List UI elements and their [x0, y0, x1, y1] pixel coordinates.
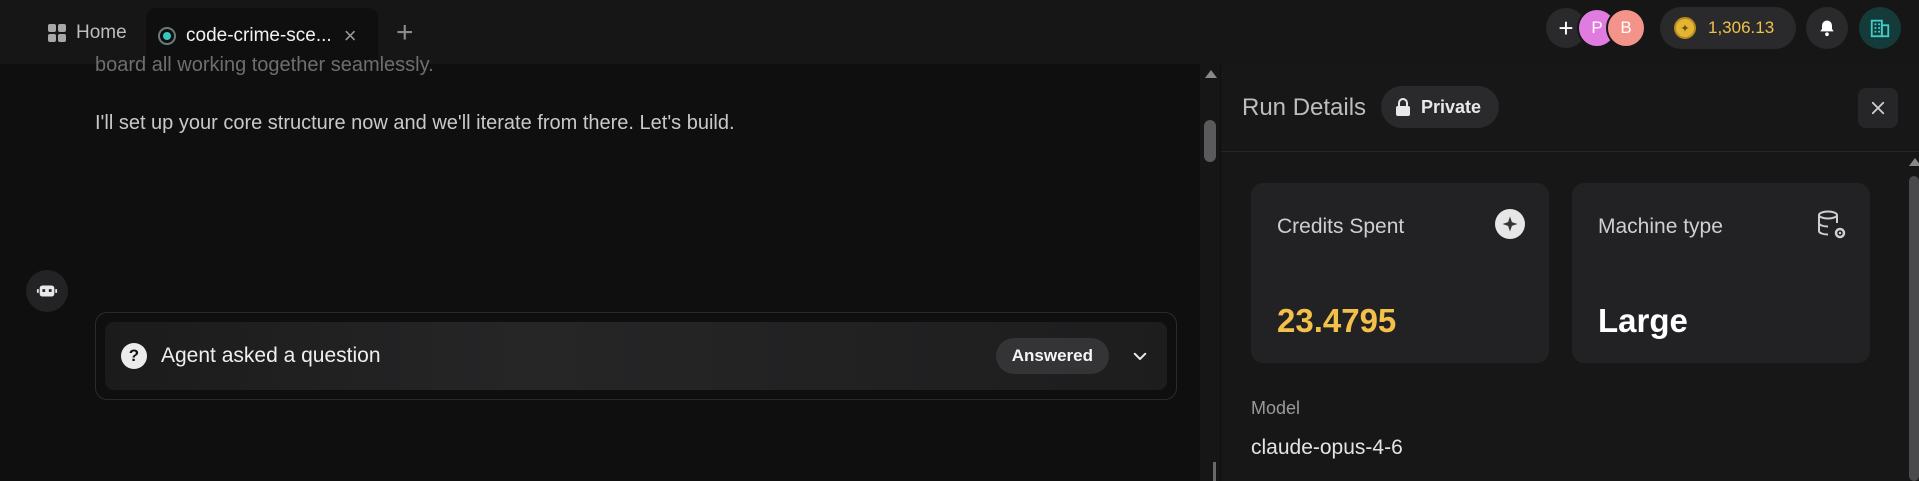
- model-value: claude-opus-4-6: [1251, 436, 1403, 459]
- bell-icon: [1820, 20, 1834, 37]
- visibility-label: Private: [1421, 96, 1482, 117]
- scroll-up-arrow-icon[interactable]: [1909, 158, 1919, 166]
- coin-icon: ✦: [1674, 17, 1696, 39]
- close-icon: [1871, 101, 1885, 115]
- scroll-up-arrow-icon[interactable]: [1205, 70, 1217, 78]
- agent-question-card[interactable]: ? Agent asked a question Answered: [95, 312, 1177, 400]
- message-text: I'll set up your core structure now and …: [95, 112, 735, 134]
- database-gear-icon: [1816, 209, 1846, 239]
- run-details-panel: Run Details Private Credits Spent 23.479…: [1221, 64, 1919, 481]
- chevron-down-icon[interactable]: [1129, 345, 1151, 367]
- credits-balance: 1,306.13: [1708, 18, 1775, 37]
- status-badge: Answered: [995, 338, 1109, 374]
- machine-type-label: Machine type: [1598, 215, 1723, 238]
- machine-type-value: Large: [1598, 302, 1688, 339]
- credits-spent-card: Credits Spent 23.4795: [1251, 183, 1549, 363]
- credits-spent-label: Credits Spent: [1277, 215, 1405, 238]
- agent-question-header[interactable]: ? Agent asked a question Answered: [105, 322, 1167, 390]
- avatar[interactable]: B: [1606, 8, 1646, 48]
- question-title: Agent asked a question: [161, 344, 381, 367]
- panel-header: Run Details Private: [1221, 64, 1919, 152]
- model-label: Model: [1251, 398, 1301, 418]
- credits-spent-value: 23.4795: [1277, 302, 1397, 339]
- tab-home-label: Home: [76, 22, 127, 43]
- message-text-faded: board all working together seamlessly.: [95, 54, 434, 76]
- tab-home[interactable]: Home: [36, 12, 139, 54]
- chat-scrollbar-end: [1213, 462, 1216, 481]
- panel-scrollbar-thumb[interactable]: [1909, 176, 1919, 481]
- close-tab-icon[interactable]: ×: [344, 25, 357, 47]
- chat-scrollbar-thumb[interactable]: [1204, 120, 1216, 162]
- agent-avatar: [26, 270, 68, 312]
- close-panel-button[interactable]: [1858, 88, 1898, 128]
- robot-icon: [36, 285, 58, 297]
- panel-title: Run Details: [1242, 94, 1367, 121]
- visibility-badge[interactable]: Private: [1381, 86, 1500, 128]
- lock-icon: [1396, 98, 1410, 116]
- question-icon: ?: [121, 343, 147, 369]
- chat-area: board all working together seamlessly. I…: [0, 54, 1200, 481]
- organization-button[interactable]: [1859, 7, 1901, 49]
- building-icon: [1870, 19, 1890, 38]
- status-dot-icon: [158, 27, 176, 45]
- credits-balance-button[interactable]: ✦ 1,306.13: [1660, 7, 1796, 49]
- tab-active-label: code-crime-sce...: [186, 25, 332, 46]
- machine-type-card: Machine type Large: [1572, 183, 1870, 363]
- new-tab-button[interactable]: +: [396, 18, 414, 48]
- notifications-button[interactable]: [1806, 7, 1848, 49]
- grid-icon: [48, 24, 66, 42]
- credits-sparkle-icon: [1495, 209, 1525, 239]
